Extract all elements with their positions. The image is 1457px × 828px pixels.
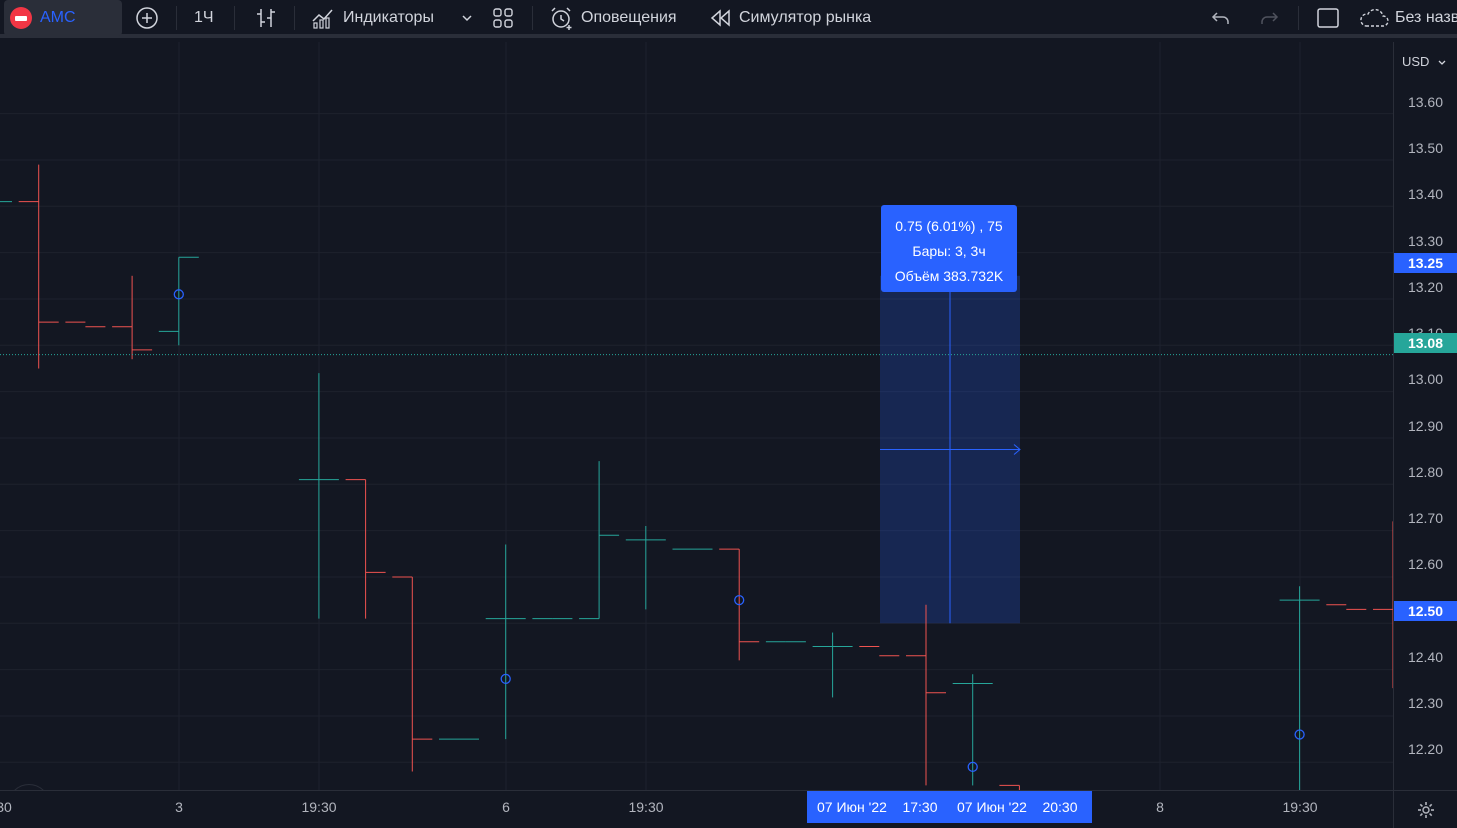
price-label: 12.40 [1407, 649, 1443, 665]
bar-style-button[interactable] [253, 0, 279, 36]
time-axis[interactable]: 30 3 19:30 6 19:30 8 19:30 07 Июн '22 17… [0, 790, 1393, 828]
price-chart[interactable] [0, 42, 1393, 790]
price-label: 13.60 [1407, 94, 1443, 110]
alerts-label: Оповещения [581, 9, 677, 26]
time-label: 19:30 [628, 799, 664, 815]
measure-bars: Бары: 3, 3ч [912, 243, 986, 259]
gear-icon [1417, 801, 1434, 818]
price-label: 13.30 [1407, 233, 1443, 249]
currency-label: USD [1402, 54, 1430, 69]
measure-start-time: 07 Июн '22 17:30 [817, 799, 938, 815]
market-replay-button[interactable]: Симулятор рынка [709, 0, 871, 36]
symbol-search-button[interactable]: AMC [4, 0, 122, 36]
time-label: 3 [175, 799, 183, 815]
time-label: 8 [1156, 799, 1164, 815]
fullscreen-button[interactable] [1315, 0, 1341, 36]
grid-icon [493, 8, 513, 28]
currency-selector[interactable]: USD [1402, 54, 1447, 69]
price-label: 13.20 [1407, 279, 1443, 295]
rewind-icon [710, 9, 730, 27]
measure-time-range: 07 Июн '22 17:30 07 Июн '22 20:30 [807, 791, 1092, 823]
symbol-ticker: AMC [40, 9, 76, 26]
price-label: 12.90 [1407, 418, 1443, 434]
alerts-button[interactable]: Оповещения [549, 0, 677, 36]
templates-button[interactable] [491, 0, 515, 36]
market-replay-label: Симулятор рынка [739, 9, 872, 26]
chevron-down-icon [462, 15, 472, 22]
measure-high-badge: 13.25 [1394, 253, 1457, 273]
indicators-dropdown[interactable] [460, 0, 474, 36]
chart-settings-button[interactable] [1393, 790, 1457, 828]
cloud-icon [1360, 8, 1389, 27]
undo-button[interactable] [1209, 0, 1233, 36]
price-label: 13.50 [1407, 140, 1443, 156]
undo-icon [1211, 12, 1229, 24]
indicators-button[interactable]: Индикаторы [311, 0, 434, 36]
price-axis[interactable]: USD 13.60 13.50 13.40 13.30 13.20 13.10 … [1393, 42, 1457, 790]
redo-icon [1261, 12, 1279, 24]
layout-name-label: Без названия [1395, 9, 1457, 26]
ohlc-bars [0, 164, 1393, 790]
add-symbol-button[interactable] [133, 0, 161, 36]
chart-pane[interactable]: 0.75 (6.01%) , 75 Бары: 3, 3ч Объём 383.… [0, 42, 1393, 790]
time-label: 6 [502, 799, 510, 815]
square-icon [1317, 8, 1339, 28]
time-label: 19:30 [1282, 799, 1318, 815]
amc-logo-icon [10, 7, 32, 29]
measure-range-tool [880, 275, 1021, 624]
alarm-clock-icon [551, 7, 572, 30]
indicators-icon [312, 9, 333, 29]
time-label: 19:30 [301, 799, 337, 815]
price-label: 13.00 [1407, 371, 1443, 387]
indicators-label: Индикаторы [343, 9, 434, 26]
redo-button[interactable] [1257, 0, 1281, 36]
layout-name-button[interactable]: Без названия [1358, 0, 1457, 36]
chart-grid [0, 42, 1393, 790]
price-label: 12.60 [1407, 556, 1443, 572]
price-label: 12.80 [1407, 464, 1443, 480]
price-label: 12.30 [1407, 695, 1443, 711]
measure-low-badge: 12.50 [1394, 601, 1457, 621]
price-label: 12.70 [1407, 510, 1443, 526]
measure-tooltip: 0.75 (6.01%) , 75 Бары: 3, 3ч Объём 383.… [881, 205, 1017, 292]
measure-change: 0.75 (6.01%) , 75 [895, 218, 1003, 234]
time-label: 30 [0, 799, 12, 815]
price-label: 12.20 [1407, 741, 1443, 757]
ohlc-bars-icon [257, 9, 275, 27]
plus-circle-icon [136, 7, 158, 29]
last-price-badge: 13.08 [1394, 333, 1457, 353]
price-label: 13.40 [1407, 186, 1443, 202]
measure-volume: Объём 383.732K [894, 268, 1004, 284]
top-toolbar: AMC 1Ч Индикаторы Оповещения Симулятор р… [0, 0, 1457, 38]
interval-button[interactable]: 1Ч [194, 0, 214, 36]
measure-end-time: 07 Июн '22 20:30 [957, 799, 1078, 815]
chevron-down-icon [1438, 60, 1446, 65]
